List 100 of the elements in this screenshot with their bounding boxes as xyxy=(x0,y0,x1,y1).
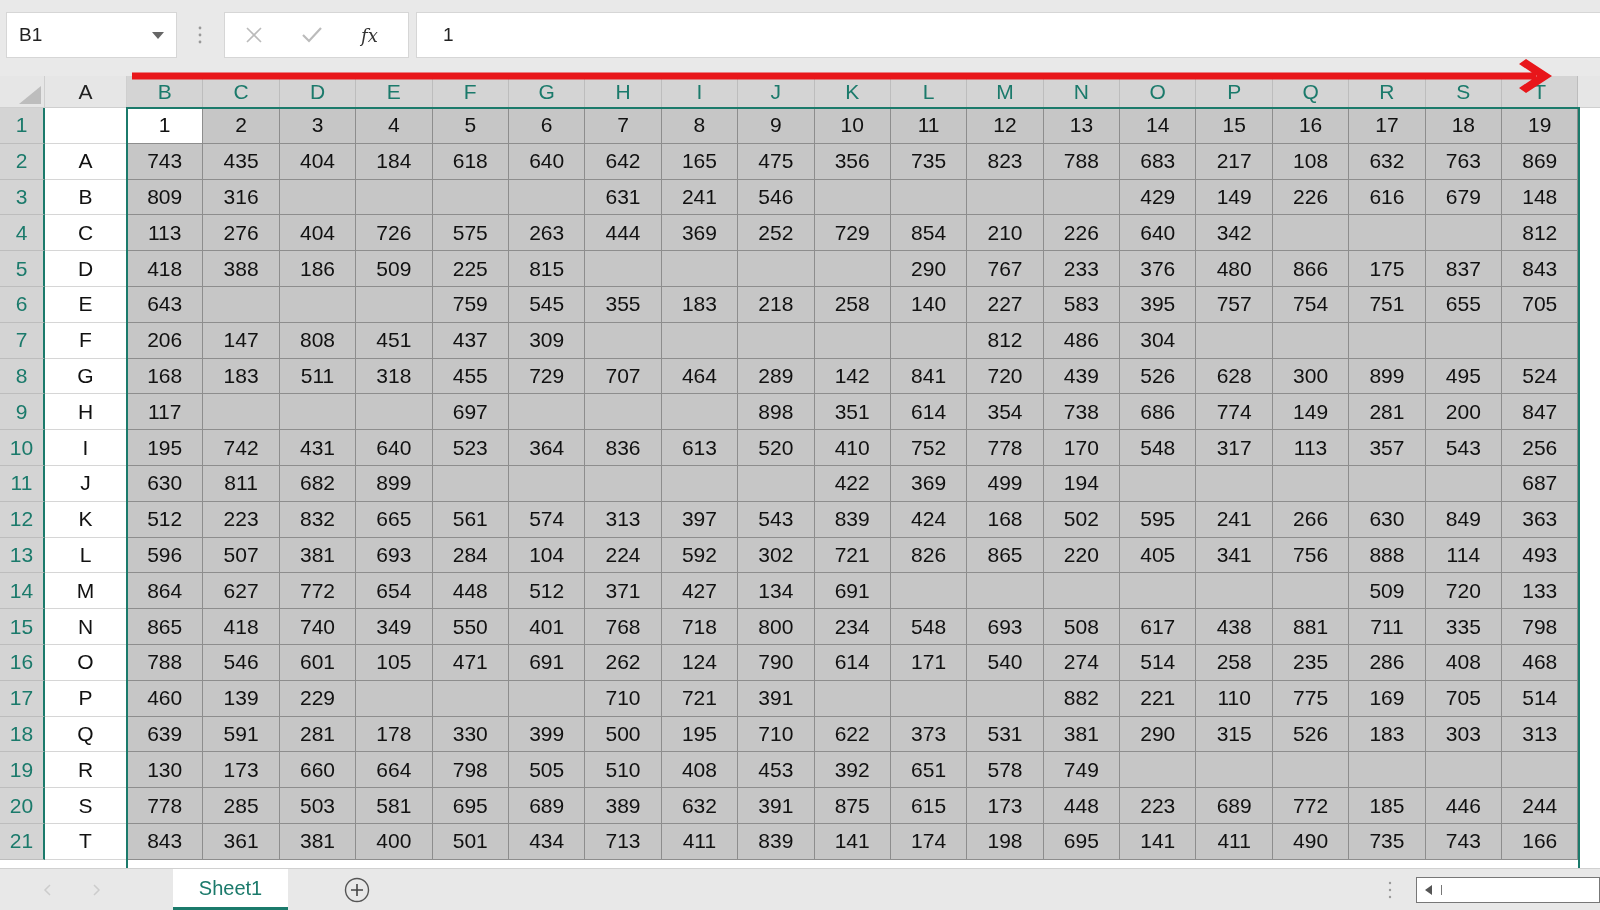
table-cell: 526 xyxy=(1272,716,1350,753)
table-cell: 630 xyxy=(1349,501,1426,538)
table-cell: 740 xyxy=(279,609,357,645)
formula-field[interactable]: 1 xyxy=(416,12,1600,58)
row-header[interactable]: 2 xyxy=(0,143,45,180)
table-cell: 266 xyxy=(1272,501,1350,538)
select-all-icon xyxy=(19,86,41,104)
caret-icon xyxy=(152,31,164,39)
table-cell: 418 xyxy=(127,251,204,287)
row-header[interactable]: 3 xyxy=(0,179,45,216)
next-sheet-icon[interactable] xyxy=(93,883,101,896)
row-header[interactable]: 6 xyxy=(0,287,45,323)
table-cell: 869 xyxy=(1502,143,1579,180)
row-header[interactable]: 16 xyxy=(0,644,45,681)
table-cell: 258 xyxy=(814,287,891,323)
row-header[interactable]: 17 xyxy=(0,680,45,717)
table-cell: 357 xyxy=(1349,430,1426,466)
table-cell: 642 xyxy=(585,143,662,180)
row-header[interactable]: 19 xyxy=(0,752,45,789)
more-icon xyxy=(198,26,202,44)
row-header[interactable]: 5 xyxy=(0,251,45,287)
table-cell: 354 xyxy=(967,394,1044,431)
row-header[interactable]: 8 xyxy=(0,358,45,395)
table-cell: 471 xyxy=(432,644,509,681)
table-cell: 595 xyxy=(1120,501,1197,538)
table-cell: 718 xyxy=(661,609,739,645)
sheet-tab[interactable]: Sheet1 xyxy=(173,869,288,910)
row-header[interactable]: 21 xyxy=(0,823,45,860)
table-cell: 686 xyxy=(1120,394,1197,431)
table-cell: 395 xyxy=(1120,287,1197,323)
check-icon[interactable] xyxy=(301,26,323,44)
table-cell: 183 xyxy=(661,287,739,323)
table-cell: 108 xyxy=(1272,143,1350,180)
table-cell: 790 xyxy=(738,644,815,681)
table-cell: 429 xyxy=(1120,179,1197,216)
row-header[interactable]: 7 xyxy=(0,322,45,359)
table-cell: 865 xyxy=(127,609,204,645)
table-cell: 655 xyxy=(1425,287,1503,323)
table-cell: 221 xyxy=(1120,680,1197,717)
table-cell: 389 xyxy=(585,788,662,824)
table-cell: 17 xyxy=(1349,108,1426,144)
table-cell: 592 xyxy=(661,537,739,574)
table-cell: 735 xyxy=(1349,823,1426,860)
table-cell: 233 xyxy=(1043,251,1121,287)
table-cell: 514 xyxy=(1120,644,1197,681)
row-header[interactable]: 15 xyxy=(0,609,45,645)
row-header[interactable]: 13 xyxy=(0,537,45,574)
row-header[interactable]: 4 xyxy=(0,215,45,252)
row-header[interactable]: 12 xyxy=(0,501,45,538)
table-cell: 689 xyxy=(1196,788,1273,824)
table-cell: 139 xyxy=(203,680,280,717)
table-cell: 302 xyxy=(738,537,815,574)
horizontal-scrollbar[interactable] xyxy=(1416,876,1600,903)
add-sheet-icon[interactable] xyxy=(344,876,370,903)
table-cell: 710 xyxy=(585,680,662,717)
table-cell: 226 xyxy=(1272,179,1350,216)
table-cell: 130 xyxy=(127,752,204,789)
table-cell: 664 xyxy=(356,752,433,789)
table-cell: 778 xyxy=(967,430,1044,466)
row-header[interactable]: 11 xyxy=(0,465,45,502)
row-header[interactable]: 14 xyxy=(0,573,45,610)
scroll-left-icon[interactable] xyxy=(1425,884,1442,895)
table-cell: 543 xyxy=(1425,430,1503,466)
cancel-icon[interactable] xyxy=(245,26,263,44)
table-cell: 141 xyxy=(814,823,891,860)
table-cell: 178 xyxy=(356,716,433,753)
insert-function-button[interactable]: fx xyxy=(361,24,378,46)
table-cell: 404 xyxy=(279,215,357,252)
table-cell: 376 xyxy=(1120,251,1197,287)
table-cell: 756 xyxy=(1272,537,1350,574)
table-cell: 439 xyxy=(1043,358,1121,395)
table-cell: 411 xyxy=(1196,823,1273,860)
table-cell: 627 xyxy=(203,573,280,610)
previous-sheet-icon[interactable] xyxy=(43,883,51,896)
table-cell: 695 xyxy=(1043,823,1121,860)
row-header[interactable]: 20 xyxy=(0,788,45,824)
table-cell: 290 xyxy=(890,251,968,287)
table-cell: 614 xyxy=(890,394,968,431)
row-header[interactable]: 10 xyxy=(0,430,45,466)
row-header[interactable]: 1 xyxy=(0,108,45,144)
table-cell: 839 xyxy=(814,501,891,538)
table-cell: 195 xyxy=(661,716,739,753)
table-cell: 451 xyxy=(356,322,433,359)
table-cell: 508 xyxy=(1043,609,1121,645)
table-cell: 464 xyxy=(661,358,739,395)
table-cell: 281 xyxy=(1349,394,1426,431)
table-cell: 613 xyxy=(661,430,739,466)
column-header[interactable]: A xyxy=(45,76,127,108)
table-cell: 281 xyxy=(279,716,357,753)
table-cell: 520 xyxy=(738,430,815,466)
table-cell: 618 xyxy=(432,143,509,180)
table-cell: 364 xyxy=(508,430,586,466)
table-cell: 173 xyxy=(203,752,280,789)
table-cell: 632 xyxy=(661,788,739,824)
table-cell: 217 xyxy=(1196,143,1273,180)
table-cell: 114 xyxy=(1425,537,1503,574)
row-header[interactable]: 18 xyxy=(0,716,45,753)
row-header[interactable]: 9 xyxy=(0,394,45,431)
select-all-button[interactable] xyxy=(0,76,45,108)
name-box[interactable]: B1 xyxy=(6,12,177,58)
